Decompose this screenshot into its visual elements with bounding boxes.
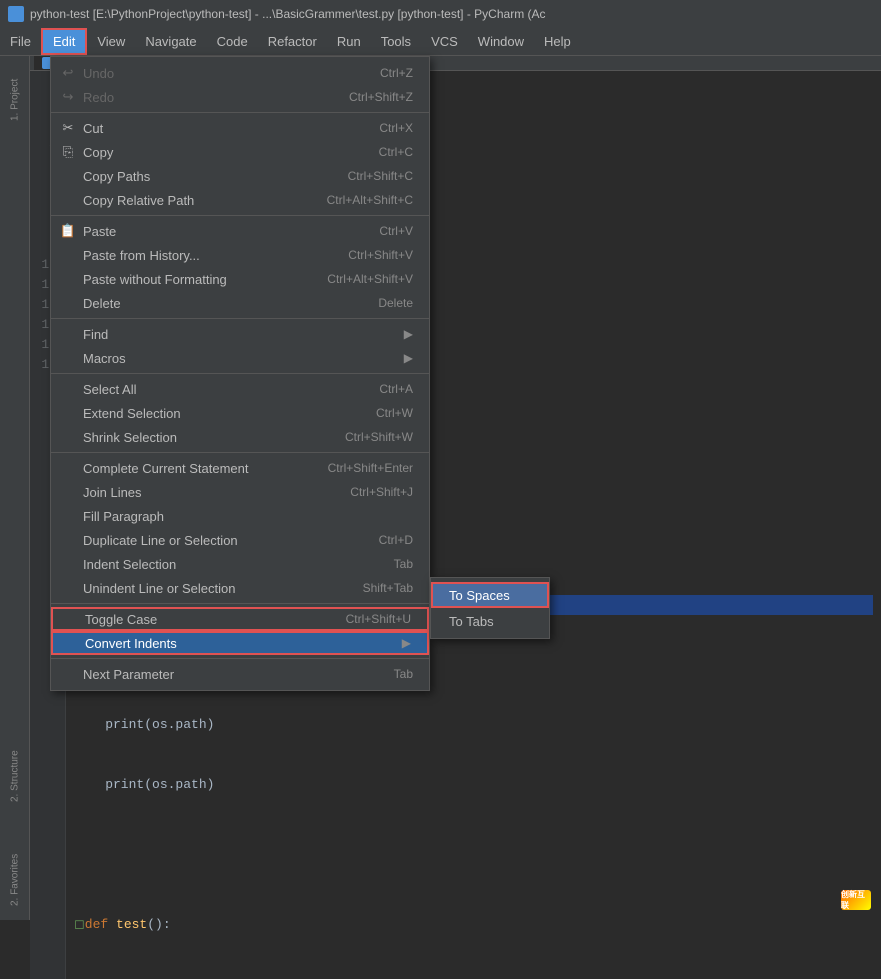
redo-icon: ↪ <box>59 89 77 105</box>
menu-fill-paragraph[interactable]: Fill Paragraph <box>51 504 429 528</box>
separator-3 <box>51 318 429 319</box>
menu-extend-selection[interactable]: Extend Selection Ctrl+W <box>51 401 429 425</box>
menu-paste[interactable]: 📋 Paste Ctrl+V <box>51 219 429 243</box>
sidebar-structure-icon[interactable]: 2. Structure <box>5 736 25 816</box>
app-icon <box>8 6 24 22</box>
separator-2 <box>51 215 429 216</box>
menu-file[interactable]: File <box>0 28 41 55</box>
menu-tools[interactable]: Tools <box>371 28 421 55</box>
menu-copy-relative-path[interactable]: Copy Relative Path Ctrl+Alt+Shift+C <box>51 188 429 212</box>
edit-menu-dropdown: ↩ Undo Ctrl+Z ↪ Redo Ctrl+Shift+Z ✂ Cut … <box>50 56 430 691</box>
menu-paste-history[interactable]: Paste from History... Ctrl+Shift+V <box>51 243 429 267</box>
watermark-logo: 创新互联 <box>841 890 871 910</box>
menu-select-all[interactable]: Select All Ctrl+A <box>51 377 429 401</box>
menu-redo[interactable]: ↪ Redo Ctrl+Shift+Z <box>51 85 429 109</box>
convert-indents-submenu: To Spaces To Tabs <box>430 577 550 639</box>
submenu-wrapper: To Spaces To Tabs <box>430 56 550 691</box>
menu-vcs[interactable]: VCS <box>421 28 468 55</box>
menu-copy-paths[interactable]: Copy Paths Ctrl+Shift+C <box>51 164 429 188</box>
sidebar-project-icon[interactable]: 1. Project <box>5 60 25 140</box>
menu-delete[interactable]: Delete Delete <box>51 291 429 315</box>
separator-4 <box>51 373 429 374</box>
menu-toggle-case[interactable]: Toggle Case Ctrl+Shift+U <box>51 607 429 631</box>
cut-icon: ✂ <box>59 120 77 136</box>
sidebar-favorites-icon[interactable]: 2. Favorites <box>5 840 25 920</box>
submenu-to-tabs[interactable]: To Tabs <box>431 608 549 634</box>
menu-navigate[interactable]: Navigate <box>135 28 206 55</box>
menu-copy[interactable]: ⎘ Copy Ctrl+C <box>51 140 429 164</box>
submenu-to-spaces[interactable]: To Spaces <box>431 582 549 608</box>
menu-next-parameter[interactable]: Next Parameter Tab <box>51 662 429 686</box>
menu-code[interactable]: Code <box>207 28 258 55</box>
menu-edit[interactable]: Edit <box>41 28 87 55</box>
menu-window[interactable]: Window <box>468 28 534 55</box>
menubar: File Edit View Navigate Code Refactor Ru… <box>0 28 881 56</box>
separator-7 <box>51 658 429 659</box>
watermark: 创新互联 <box>841 890 871 910</box>
menu-undo[interactable]: ↩ Undo Ctrl+Z <box>51 61 429 85</box>
menu-run[interactable]: Run <box>327 28 371 55</box>
code-line-15: ◻def test(): <box>74 915 873 935</box>
menu-cut[interactable]: ✂ Cut Ctrl+X <box>51 116 429 140</box>
code-line-12: print(os.path) <box>74 775 873 795</box>
menu-join-lines[interactable]: Join Lines Ctrl+Shift+J <box>51 480 429 504</box>
title-text: python-test [E:\PythonProject\python-tes… <box>30 7 546 21</box>
copy-icon: ⎘ <box>59 144 77 160</box>
separator-1 <box>51 112 429 113</box>
menu-shrink-selection[interactable]: Shrink Selection Ctrl+Shift+W <box>51 425 429 449</box>
menu-help[interactable]: Help <box>534 28 581 55</box>
code-line-11: print(os.path) <box>74 715 873 735</box>
undo-icon: ↩ <box>59 65 77 81</box>
menu-macros[interactable]: Macros ▶ <box>51 346 429 370</box>
separator-6 <box>51 603 429 604</box>
paste-icon: 📋 <box>59 223 77 239</box>
left-sidebar: 1. Project 2. Structure 2. Favorites <box>0 56 30 920</box>
menu-unindent-line[interactable]: Unindent Line or Selection Shift+Tab <box>51 576 429 600</box>
menu-duplicate-line[interactable]: Duplicate Line or Selection Ctrl+D <box>51 528 429 552</box>
menu-find[interactable]: Find ▶ <box>51 322 429 346</box>
menu-paste-no-format[interactable]: Paste without Formatting Ctrl+Alt+Shift+… <box>51 267 429 291</box>
menu-view[interactable]: View <box>87 28 135 55</box>
menu-indent-selection[interactable]: Indent Selection Tab <box>51 552 429 576</box>
menu-convert-indents[interactable]: Convert Indents ▶ <box>51 631 429 655</box>
titlebar: python-test [E:\PythonProject\python-tes… <box>0 0 881 28</box>
menu-refactor[interactable]: Refactor <box>258 28 327 55</box>
menu-complete-statement[interactable]: Complete Current Statement Ctrl+Shift+En… <box>51 456 429 480</box>
dropdown-overlay: ↩ Undo Ctrl+Z ↪ Redo Ctrl+Shift+Z ✂ Cut … <box>50 56 550 691</box>
separator-5 <box>51 452 429 453</box>
